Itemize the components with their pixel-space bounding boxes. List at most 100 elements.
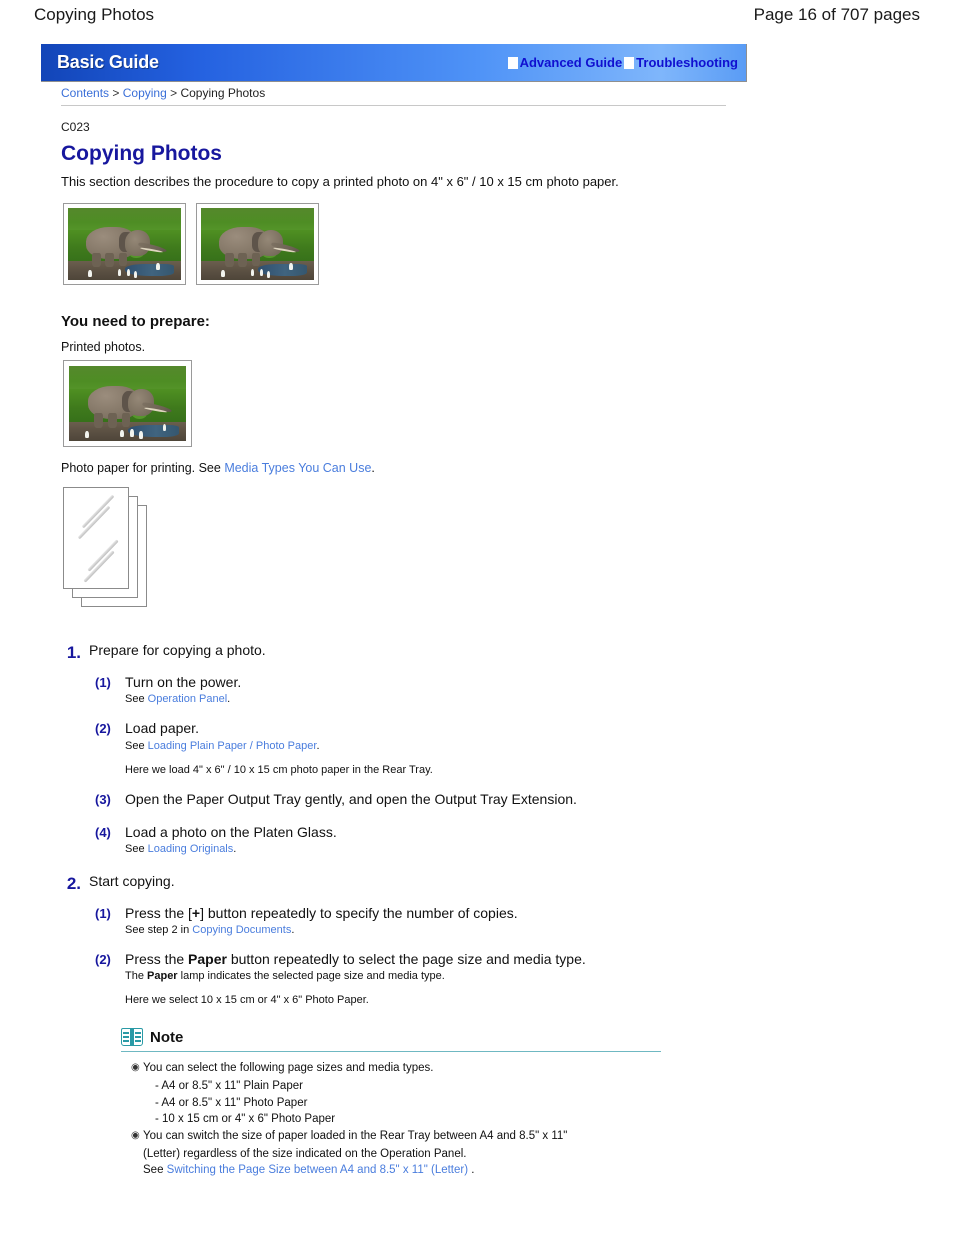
see-suffix: . [316,739,320,752]
note-subline: - 10 x 15 cm or 4" x 6" Photo Paper [155,1113,336,1126]
note-label: Note [150,1028,184,1046]
paper-button-label: Paper [188,951,227,968]
prepare-line-photo-paper: Photo paper for printing. See Media Type… [61,461,921,475]
switching-page-size-link[interactable]: Switching the Page Size between A4 and 8… [167,1164,468,1176]
note-block: Note ◉ You can select the following page… [121,1028,661,1179]
substep-1-1-note: See Operation Panel. [125,693,921,705]
note-header: Note [121,1028,661,1047]
bullet-icon: ◉ [131,1130,140,1142]
procedure-steps: 1. Prepare for copying a photo. (1) Turn… [61,642,921,1179]
bullet-icon: ◉ [131,1062,140,1074]
sheet-shine-line [81,494,115,529]
see-prefix: See [143,1164,167,1177]
breadcrumb-separator: > [112,86,120,100]
substep-1-1-title: Turn on the power. [125,674,242,691]
document-content: C023 Copying Photos This section describ… [61,120,921,1179]
loading-plain-paper-link[interactable]: Loading Plain Paper / Photo Paper [148,740,317,752]
breadcrumb-item-copying[interactable]: Copying [123,86,167,100]
photo-examples-row [63,203,921,285]
step-2: 2. Start copying. [61,873,921,894]
document-intro: This section describes the procedure to … [61,174,619,189]
breadcrumb-item-current: Copying Photos [180,86,266,100]
step-2-title: Start copying. [89,872,175,889]
photo-frame [63,203,186,285]
press-prefix: Press the [125,951,189,968]
elephant-photo [201,208,314,280]
photo-frame-large [63,360,192,447]
document-code: C023 [61,120,90,134]
substep-1-1: (1) Turn on the power. See Operation Pan… [95,673,921,705]
substep-2-1-title: Press the [+] button repeatedly to speci… [125,904,921,922]
paper-lamp-label: Paper [147,970,178,983]
note-item: ◉ You can switch the size of paper loade… [131,1128,661,1145]
substep-1-2: (2) Load paper. See Loading Plain Paper … [95,719,921,775]
note-item-text: You can switch the size of paper loaded … [143,1130,568,1143]
see-suffix: . [468,1164,475,1177]
substep-1-2-note: See Loading Plain Paper / Photo Paper. [125,740,921,752]
step-1-title: Prepare for copying a photo. [89,642,266,658]
breadcrumb: Contents > Copying > Copying Photos [61,86,726,106]
substep-2-1-note: See step 2 in Copying Documents. [125,924,921,936]
paper-stack-illustration [63,487,159,612]
lamp-prefix: The [125,970,148,983]
substep-1-4-note: See Loading Originals. [125,843,921,855]
substep-2-2-extra: Here we select 10 x 15 cm or 4" x 6" Pho… [125,994,369,1007]
step-2-substeps: (1) Press the [+] button repeatedly to s… [95,904,921,1006]
substep-1-4: (4) Load a photo on the Platen Glass. Se… [95,823,921,855]
guide-banner: Basic Guide Advanced Guide Troubleshooti… [41,44,747,82]
note-continuation: (Letter) regardless of the size indicate… [143,1147,467,1160]
advanced-guide-label: Advanced Guide [519,55,623,70]
substep-2-1: (1) Press the [+] button repeatedly to s… [95,904,921,936]
step-1-number: 1. [66,643,81,662]
substep-1-3: (3) Open the Paper Output Tray gently, a… [95,790,921,809]
advanced-guide-link[interactable]: Advanced Guide [507,55,623,70]
substep-1-3-title: Open the Paper Output Tray gently, and o… [125,790,577,807]
banner-brand-label: Basic Guide [57,52,159,72]
note-subline: - A4 or 8.5" x 11" Photo Paper [155,1096,308,1109]
photo-frame [196,203,319,285]
page-number-indicator: Page 16 of 707 pages [753,5,920,24]
elephant-photo [68,208,181,280]
prepare-heading: You need to prepare: [61,313,210,330]
note-item-text: You can select the following page sizes … [143,1062,434,1075]
troubleshooting-label: Troubleshooting [636,55,738,70]
media-types-link[interactable]: Media Types You Can Use [224,461,371,475]
photo-paper-text-prefix: Photo paper for printing. See [61,461,225,475]
sheet-shine-line [87,539,119,572]
elephant-photo [69,366,186,441]
substep-1-3-number: (3) [95,791,111,807]
note-subline: - A4 or 8.5" x 11" Plain Paper [155,1080,303,1092]
substep-2-2-note: The Paper lamp indicates the selected pa… [125,970,921,982]
breadcrumb-separator: > [170,86,178,100]
substep-1-2-number: (2) [95,721,111,737]
link-box-icon [624,56,635,69]
substep-1-4-title: Load a photo on the Platen Glass. [125,823,337,840]
note-item: ◉ You can select the following page size… [131,1060,661,1077]
banner-links: Advanced Guide Troubleshooting [506,55,738,70]
link-box-icon [507,56,518,69]
note-items: ◉ You can select the following page size… [131,1060,661,1179]
see-prefix: See [125,693,148,706]
press-suffix: ] button repeatedly to specify the numbe… [200,904,518,921]
note-see-line: See Switching the Page Size between A4 a… [143,1162,661,1179]
page-header-title: Copying Photos [34,5,155,24]
substep-1-1-number: (1) [95,675,111,691]
troubleshooting-link[interactable]: Troubleshooting [624,55,738,70]
see-suffix: . [291,924,295,937]
see-prefix: See [125,842,148,855]
substep-2-2-number: (2) [95,952,111,968]
sheet-shine-line [83,550,115,583]
step-1-substeps: (1) Turn on the power. See Operation Pan… [95,673,921,854]
step-1: 1. Prepare for copying a photo. [61,642,921,663]
see-suffix: . [233,842,237,855]
breadcrumb-item-contents[interactable]: Contents [61,86,109,100]
operation-panel-link[interactable]: Operation Panel [148,693,228,705]
copying-documents-link[interactable]: Copying Documents [192,924,291,936]
press-prefix: Press the [ [125,904,192,921]
loading-originals-link[interactable]: Loading Originals [148,843,234,855]
substep-1-4-number: (4) [95,824,111,840]
see-prefix: See step 2 in [125,924,193,937]
substep-2-2: (2) Press the Paper button repeatedly to… [95,950,921,1006]
prepare-line-printed-photos: Printed photos. [61,340,146,354]
see-prefix: See [125,739,148,752]
